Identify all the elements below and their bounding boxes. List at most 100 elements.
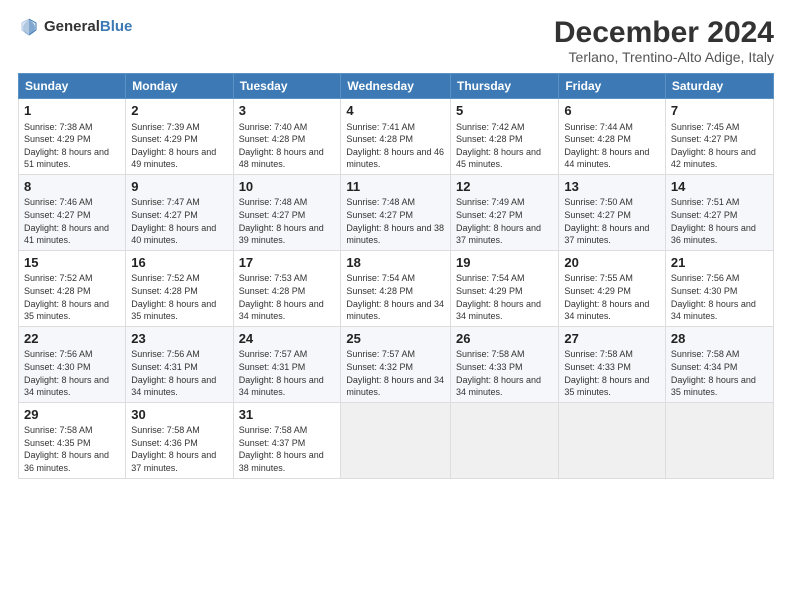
day-number: 23 (131, 330, 227, 348)
day-number: 15 (24, 254, 120, 272)
calendar-cell: 12Sunrise: 7:49 AM Sunset: 4:27 PM Dayli… (451, 174, 559, 250)
calendar-cell: 23Sunrise: 7:56 AM Sunset: 4:31 PM Dayli… (126, 326, 233, 402)
logo: GeneralBlue (18, 16, 132, 38)
header-row: Sunday Monday Tuesday Wednesday Thursday… (19, 74, 774, 99)
cell-content: Sunrise: 7:41 AM Sunset: 4:28 PM Dayligh… (346, 121, 445, 171)
day-number: 20 (564, 254, 660, 272)
calendar-table: Sunday Monday Tuesday Wednesday Thursday… (18, 73, 774, 479)
calendar-cell: 6Sunrise: 7:44 AM Sunset: 4:28 PM Daylig… (559, 99, 666, 175)
calendar-cell: 7Sunrise: 7:45 AM Sunset: 4:27 PM Daylig… (665, 99, 773, 175)
cell-content: Sunrise: 7:50 AM Sunset: 4:27 PM Dayligh… (564, 196, 660, 246)
day-number: 28 (671, 330, 768, 348)
cell-content: Sunrise: 7:56 AM Sunset: 4:30 PM Dayligh… (24, 348, 120, 398)
cell-content: Sunrise: 7:53 AM Sunset: 4:28 PM Dayligh… (239, 272, 336, 322)
calendar-cell: 10Sunrise: 7:48 AM Sunset: 4:27 PM Dayli… (233, 174, 341, 250)
calendar-cell: 29Sunrise: 7:58 AM Sunset: 4:35 PM Dayli… (19, 402, 126, 478)
calendar-cell: 17Sunrise: 7:53 AM Sunset: 4:28 PM Dayli… (233, 250, 341, 326)
day-number: 22 (24, 330, 120, 348)
calendar-cell: 18Sunrise: 7:54 AM Sunset: 4:28 PM Dayli… (341, 250, 451, 326)
header-thursday: Thursday (451, 74, 559, 99)
cell-content: Sunrise: 7:47 AM Sunset: 4:27 PM Dayligh… (131, 196, 227, 246)
cell-content: Sunrise: 7:51 AM Sunset: 4:27 PM Dayligh… (671, 196, 768, 246)
day-number: 31 (239, 406, 336, 424)
day-number: 4 (346, 102, 445, 120)
header-area: GeneralBlue December 2024 Terlano, Trent… (18, 16, 774, 65)
calendar-cell: 24Sunrise: 7:57 AM Sunset: 4:31 PM Dayli… (233, 326, 341, 402)
cell-content: Sunrise: 7:58 AM Sunset: 4:34 PM Dayligh… (671, 348, 768, 398)
day-number: 2 (131, 102, 227, 120)
cell-content: Sunrise: 7:58 AM Sunset: 4:37 PM Dayligh… (239, 424, 336, 474)
day-number: 26 (456, 330, 553, 348)
header-monday: Monday (126, 74, 233, 99)
calendar-cell: 9Sunrise: 7:47 AM Sunset: 4:27 PM Daylig… (126, 174, 233, 250)
cell-content: Sunrise: 7:52 AM Sunset: 4:28 PM Dayligh… (131, 272, 227, 322)
cell-content: Sunrise: 7:45 AM Sunset: 4:27 PM Dayligh… (671, 121, 768, 171)
cell-content: Sunrise: 7:58 AM Sunset: 4:33 PM Dayligh… (456, 348, 553, 398)
calendar-cell: 16Sunrise: 7:52 AM Sunset: 4:28 PM Dayli… (126, 250, 233, 326)
calendar-cell: 15Sunrise: 7:52 AM Sunset: 4:28 PM Dayli… (19, 250, 126, 326)
page: GeneralBlue December 2024 Terlano, Trent… (0, 0, 792, 612)
location-title: Terlano, Trentino-Alto Adige, Italy (554, 49, 774, 65)
day-number: 13 (564, 178, 660, 196)
header-friday: Friday (559, 74, 666, 99)
day-number: 1 (24, 102, 120, 120)
day-number: 29 (24, 406, 120, 424)
calendar-cell: 14Sunrise: 7:51 AM Sunset: 4:27 PM Dayli… (665, 174, 773, 250)
cell-content: Sunrise: 7:42 AM Sunset: 4:28 PM Dayligh… (456, 121, 553, 171)
cell-content: Sunrise: 7:48 AM Sunset: 4:27 PM Dayligh… (239, 196, 336, 246)
day-number: 11 (346, 178, 445, 196)
header-tuesday: Tuesday (233, 74, 341, 99)
week-row-4: 22Sunrise: 7:56 AM Sunset: 4:30 PM Dayli… (19, 326, 774, 402)
calendar-cell (341, 402, 451, 478)
day-number: 30 (131, 406, 227, 424)
day-number: 3 (239, 102, 336, 120)
calendar-cell: 1Sunrise: 7:38 AM Sunset: 4:29 PM Daylig… (19, 99, 126, 175)
week-row-3: 15 Sunrise: 7:52 AM Sunset: 4:28 PM Dayli… (19, 250, 774, 326)
day-number: 5 (456, 102, 553, 120)
week-row-1: 1Sunrise: 7:38 AM Sunset: 4:29 PM Daylig… (19, 99, 774, 175)
day-number: 14 (671, 178, 768, 196)
cell-content: Sunrise: 7:58 AM Sunset: 4:36 PM Dayligh… (131, 424, 227, 474)
cell-content: Sunrise: 7:56 AM Sunset: 4:31 PM Dayligh… (131, 348, 227, 398)
day-number: 25 (346, 330, 445, 348)
calendar-cell: 13Sunrise: 7:50 AM Sunset: 4:27 PM Dayli… (559, 174, 666, 250)
day-number: 8 (24, 178, 120, 196)
cell-content: Sunrise: 7:56 AM Sunset: 4:30 PM Dayligh… (671, 272, 768, 322)
day-number: 9 (131, 178, 227, 196)
calendar-cell (665, 402, 773, 478)
calendar-cell: 20Sunrise: 7:55 AM Sunset: 4:29 PM Dayli… (559, 250, 666, 326)
calendar-cell: 4Sunrise: 7:41 AM Sunset: 4:28 PM Daylig… (341, 99, 451, 175)
day-number: 21 (671, 254, 768, 272)
cell-content: Sunrise: 7:54 AM Sunset: 4:29 PM Dayligh… (456, 272, 553, 322)
logo-icon (18, 16, 40, 38)
calendar-cell (559, 402, 666, 478)
day-number: 10 (239, 178, 336, 196)
cell-content: Sunrise: 7:58 AM Sunset: 4:33 PM Dayligh… (564, 348, 660, 398)
header-sunday: Sunday (19, 74, 126, 99)
day-number: 7 (671, 102, 768, 120)
calendar-cell: 21Sunrise: 7:56 AM Sunset: 4:30 PM Dayli… (665, 250, 773, 326)
header-wednesday: Wednesday (341, 74, 451, 99)
cell-content: Sunrise: 7:46 AM Sunset: 4:27 PM Dayligh… (24, 196, 120, 246)
cell-content: Sunrise: 7:49 AM Sunset: 4:27 PM Dayligh… (456, 196, 553, 246)
calendar-cell: 19Sunrise: 7:54 AM Sunset: 4:29 PM Dayli… (451, 250, 559, 326)
day-number: 6 (564, 102, 660, 120)
calendar-cell: 5Sunrise: 7:42 AM Sunset: 4:28 PM Daylig… (451, 99, 559, 175)
calendar-cell: 11Sunrise: 7:48 AM Sunset: 4:27 PM Dayli… (341, 174, 451, 250)
calendar-cell: 26Sunrise: 7:58 AM Sunset: 4:33 PM Dayli… (451, 326, 559, 402)
month-title: December 2024 (554, 16, 774, 49)
day-number: 12 (456, 178, 553, 196)
cell-content: Sunrise: 7:58 AM Sunset: 4:35 PM Dayligh… (24, 424, 120, 474)
calendar-cell: 25Sunrise: 7:57 AM Sunset: 4:32 PM Dayli… (341, 326, 451, 402)
calendar-cell: 28Sunrise: 7:58 AM Sunset: 4:34 PM Dayli… (665, 326, 773, 402)
logo-text-block: GeneralBlue (44, 18, 132, 36)
cell-content: Sunrise: 7:39 AM Sunset: 4:29 PM Dayligh… (131, 121, 227, 171)
day-number: 16 (131, 254, 227, 272)
calendar-cell: 2Sunrise: 7:39 AM Sunset: 4:29 PM Daylig… (126, 99, 233, 175)
header-saturday: Saturday (665, 74, 773, 99)
day-number: 18 (346, 254, 445, 272)
calendar-cell: 3Sunrise: 7:40 AM Sunset: 4:28 PM Daylig… (233, 99, 341, 175)
cell-content: Sunrise: 7:54 AM Sunset: 4:28 PM Dayligh… (346, 272, 445, 322)
calendar-cell: 22Sunrise: 7:56 AM Sunset: 4:30 PM Dayli… (19, 326, 126, 402)
cell-content: Sunrise: 7:57 AM Sunset: 4:32 PM Dayligh… (346, 348, 445, 398)
